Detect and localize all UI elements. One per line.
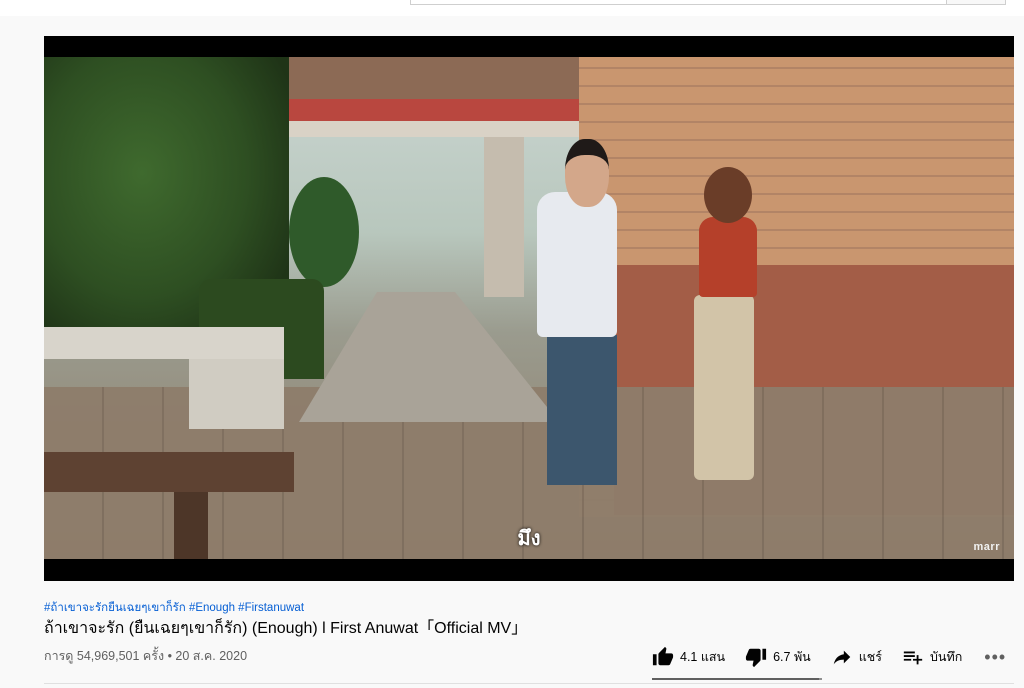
scene-bench (44, 327, 284, 359)
more-actions-button[interactable]: ••• (984, 647, 1006, 668)
like-dislike-bar (652, 678, 822, 680)
info-divider (44, 683, 1014, 684)
video-frame: มึง marr (44, 57, 1014, 559)
search-input[interactable] (410, 0, 948, 5)
scene-man-legs (547, 335, 617, 485)
thumb-down-icon (746, 648, 767, 668)
scene-bench-leg (189, 359, 284, 429)
like-count: 4.1 แสน (680, 650, 726, 664)
dislike-count: 6.7 พัน (773, 650, 811, 664)
share-button[interactable]: แชร์ (831, 646, 882, 668)
video-subtitle: มึง (517, 528, 541, 550)
scene-woman-top (699, 217, 757, 297)
scene-roof (259, 57, 579, 102)
scene-table (44, 452, 294, 492)
share-label: แชร์ (858, 650, 882, 664)
scene-man-head (565, 139, 609, 207)
view-count-date: การดู 54,969,501 ครั้ง • 20 ส.ค. 2020 (44, 649, 248, 663)
playlist-add-icon (903, 651, 923, 665)
thumb-up-icon (652, 646, 674, 666)
share-arrow-icon (833, 650, 850, 665)
video-actions: 4.1 แสน 6.7 พัน แชร์ บันทึก ••• (652, 644, 1006, 670)
scene-man-shirt (537, 192, 617, 337)
scene-path (299, 292, 559, 422)
save-label: บันทึก (930, 650, 963, 664)
scene-pillar (484, 137, 524, 297)
like-ratio-fill (652, 678, 819, 680)
scene-tree (289, 177, 359, 287)
scene-eave (274, 99, 579, 121)
video-title: ถ้าเขาจะรัก (ยืนเฉยๆเขาก็รัก) (Enough) l… (44, 620, 528, 637)
like-button[interactable]: 4.1 แสน (652, 646, 725, 668)
scene-woman-head (704, 167, 752, 223)
video-watermark: marr (973, 541, 1000, 553)
scene-canopy (274, 121, 579, 137)
search-button[interactable] (946, 0, 1006, 5)
dislike-button[interactable]: 6.7 พัน (745, 646, 811, 668)
video-player[interactable]: มึง marr (44, 36, 1014, 581)
scene-woman-legs (694, 295, 754, 480)
save-button[interactable]: บันทึก (902, 646, 962, 668)
masthead (0, 0, 1024, 16)
